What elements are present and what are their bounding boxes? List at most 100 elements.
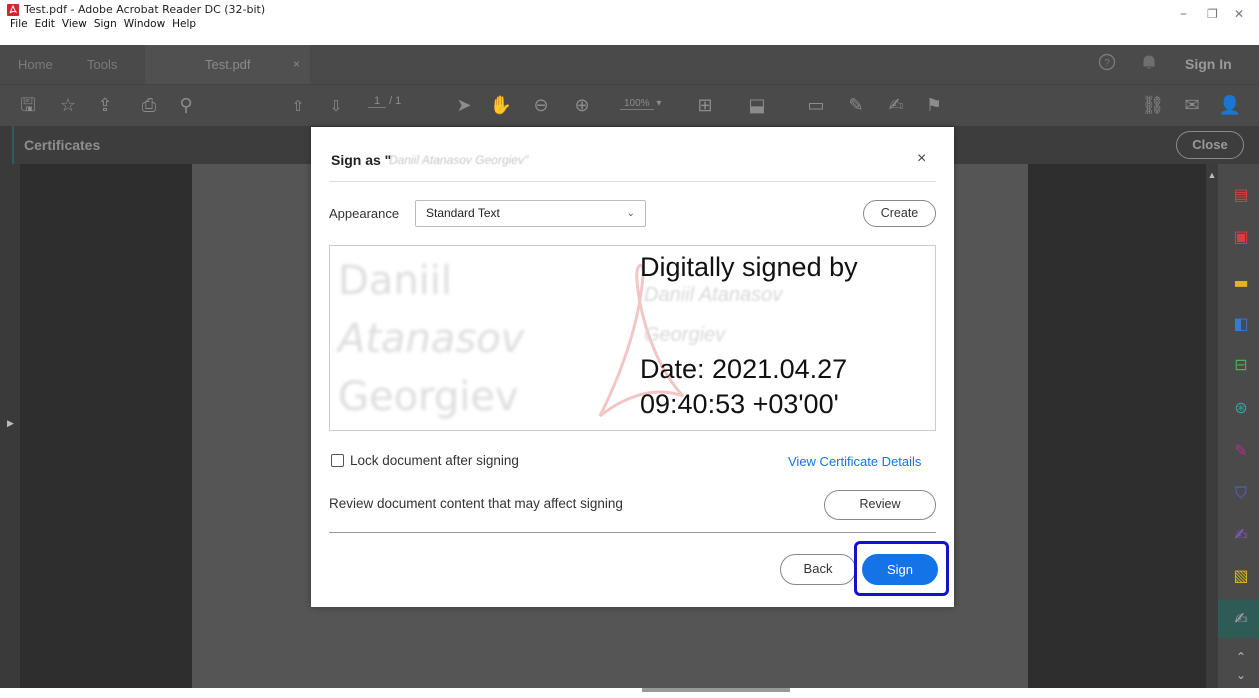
hand-tool-icon[interactable]: ✋ [489,94,513,118]
digitally-signed-text: Digitally signed by [640,252,858,282]
review-button[interactable]: Review [824,490,936,520]
signature-name-graphic: Daniil Atanasov Georgiev [338,252,524,426]
search-icon[interactable]: ⚲ [174,94,198,118]
add-people-icon[interactable]: 👤 [1218,94,1242,118]
export-pdf-icon[interactable]: ◧ [1230,313,1252,335]
back-button[interactable]: Back [780,554,856,585]
review-description: Review document content that may affect … [329,496,623,511]
share-link-icon[interactable]: ⛓ [1141,94,1165,118]
certificates-icon[interactable]: ✍ [1230,608,1252,630]
status-strip [0,688,1259,698]
dialog-divider-bottom [329,532,936,533]
protect-icon[interactable]: ⛉ [1230,482,1252,504]
name-line-1: Daniil [338,258,453,304]
horizontal-scrollbar-thumb[interactable] [642,688,790,692]
certificates-title: Certificates [24,137,101,153]
tab-document-label: Test.pdf [205,57,251,72]
lock-document-option[interactable]: Lock document after signing [331,453,519,468]
sign-dialog: Sign as " Daniil Atanasov Georgiev" × Ap… [311,127,954,607]
stamp-icon[interactable]: ⚑ [922,94,946,118]
appearance-label: Appearance [329,206,400,221]
page-total: / 1 [389,95,402,107]
notification-bell-icon[interactable] [1139,53,1159,73]
fill-sign-icon[interactable]: ✎ [1230,440,1252,462]
scroll-panel-down-icon[interactable]: ⌄ [1230,664,1252,686]
view-certificate-details-link[interactable]: View Certificate Details [788,454,921,469]
help-icon[interactable]: ? [1097,53,1117,73]
comment-icon[interactable]: ▬ [1230,272,1252,294]
next-page-icon[interactable]: ⇩ [324,94,348,118]
tools-pane: ▲ ▤ ▣ ▬ ◧ ⊟ ⊛ ✎ ⛉ ✍ ▧ ✍ ⌃ ⌄ [1206,164,1259,688]
svg-text:?: ? [1104,58,1110,69]
organize-pages-icon[interactable]: ▤ [1230,184,1252,206]
restore-button[interactable]: ❐ [1207,7,1218,21]
window-title: Test.pdf - Adobe Acrobat Reader DC (32-b… [24,3,266,16]
scroll-up-icon[interactable]: ▲ [1206,164,1218,180]
name-line-2: Atanasov [338,316,525,362]
close-certificates-button[interactable]: Close [1176,131,1244,159]
zoom-out-icon[interactable]: ⊖ [529,94,553,118]
menu-edit[interactable]: Edit [35,18,55,30]
zoom-level-select[interactable]: 100% ▾ [620,98,661,110]
signer-name-blurred: Daniil Atanasov Georgiev" [389,153,529,167]
comment-tool-icon[interactable]: ▭ [804,94,828,118]
select-arrow-icon[interactable]: ➤ [452,94,476,118]
lock-document-checkbox[interactable] [331,454,344,467]
previous-page-icon[interactable]: ⇧ [286,94,310,118]
save-icon[interactable]: 🖫 [16,94,40,118]
certificates-accent [0,126,14,164]
page-display-icon[interactable]: ⊞ [693,94,717,118]
signature-preview: Daniil Atanasov Georgiev Digitally signe… [329,245,936,431]
acrobat-app-icon [7,4,19,16]
dialog-title: Sign as " [331,152,392,168]
tab-bar: Home Tools Test.pdf × ? Sign In [0,45,1259,84]
signature-date: Date: 2021.04.27 [640,354,848,384]
sign-button[interactable]: Sign [862,554,938,585]
highlight-pen-icon[interactable]: ✎ [844,94,868,118]
upload-cloud-icon[interactable]: ⇪ [93,94,117,118]
appearance-select[interactable]: Standard Text ⌄ [415,200,646,227]
lock-document-label: Lock document after signing [350,453,519,468]
bookmark-star-icon[interactable]: ☆ [56,94,80,118]
zoom-value: 100% [620,98,654,110]
document-gutter-left [20,164,192,688]
zoom-in-icon[interactable]: ⊕ [570,94,594,118]
dialog-divider-top [329,181,936,182]
signer-line-2: Georgiev [644,324,726,346]
minimize-button[interactable]: – [1180,6,1187,22]
chevron-down-icon: ⌄ [626,208,635,219]
close-window-button[interactable]: ✕ [1234,7,1244,21]
scan-icon[interactable]: ⊛ [1230,397,1252,419]
more-tools-icon[interactable]: ▧ [1230,565,1252,587]
vertical-scrollbar[interactable]: ▲ [1206,164,1218,688]
scroll-mode-icon[interactable]: ⬓ [745,94,769,118]
sign-in-link[interactable]: Sign In [1185,45,1232,84]
close-tab-icon[interactable]: × [293,45,300,84]
sign-tool-icon[interactable]: ✍ [884,94,908,118]
appearance-value: Standard Text [426,206,500,220]
edit-pdf-icon[interactable]: ⊟ [1230,354,1252,376]
menu-file[interactable]: File [10,18,28,30]
name-line-3: Georgiev [338,374,519,420]
signature-time: 09:40:53 +03'00' [640,389,839,419]
expand-left-pane-icon[interactable]: ▶ [7,418,14,429]
tab-document[interactable]: Test.pdf [145,45,310,84]
email-icon[interactable]: ✉ [1180,94,1204,118]
menu-window[interactable]: Window [124,18,165,30]
menu-view[interactable]: View [62,18,87,30]
menu-help[interactable]: Help [172,18,196,30]
tab-tools[interactable]: Tools [87,45,117,84]
signer-line-1: Daniil Atanasov [644,284,783,306]
page-number-input[interactable]: 1 [368,95,386,108]
main-toolbar: 🖫 ☆ ⇪ ⎙ ⚲ ⇧ ⇩ 1 / 1 ➤ ✋ ⊖ ⊕ 100% ▾ ⊞ ⬓ ▭… [0,84,1259,126]
close-dialog-icon[interactable]: × [917,150,926,168]
print-icon[interactable]: ⎙ [137,94,161,118]
create-pdf-icon[interactable]: ▣ [1230,226,1252,248]
send-for-signature-icon[interactable]: ✍ [1230,524,1252,546]
tab-home[interactable]: Home [18,45,53,84]
document-gutter-right [1028,164,1206,688]
page-indicator: 1 / 1 [368,95,401,108]
menu-bar: File Edit View Sign Window Help [10,18,196,30]
create-appearance-button[interactable]: Create [863,200,936,227]
menu-sign[interactable]: Sign [94,18,117,30]
